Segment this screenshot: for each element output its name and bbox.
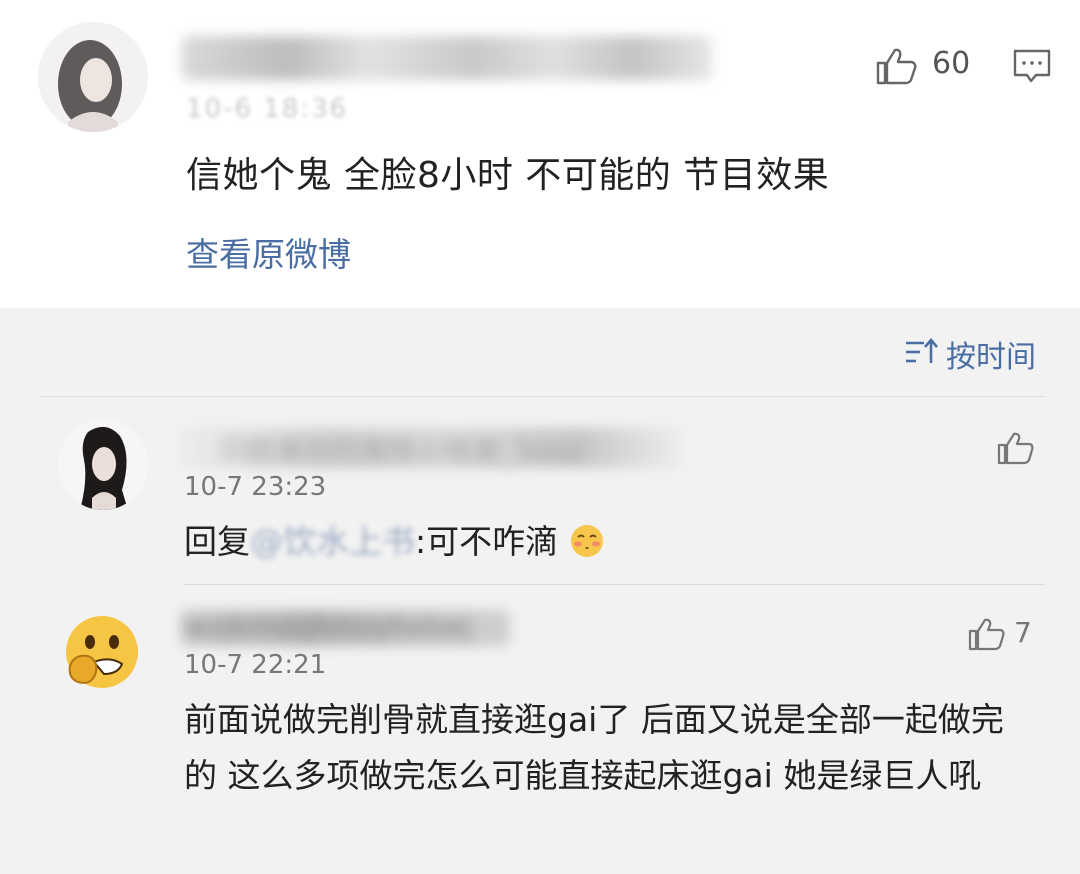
reply-2-like-count: 7 [1014,616,1032,649]
reply-2-user-name[interactable]: wzjkmskjhmzyhxlsej [180,610,510,646]
reply-2-time: 10-7 22:21 [184,650,327,680]
sort-by-time-button[interactable]: 按时间 [946,332,1036,376]
reply-1-time: 10-7 23:23 [184,472,327,502]
reply-1-user-name[interactable]: 只欧美控的撸铁小怪兽_Takei [180,428,680,468]
comment-bubble-icon[interactable] [1012,48,1052,84]
emoji-blush-kiss-icon [570,525,603,557]
thumbs-up-icon[interactable] [995,430,1035,466]
reply-2-avatar[interactable] [60,610,144,694]
woman-portrait-icon [38,22,148,132]
main-user-avatar[interactable] [38,22,148,132]
emoji-grin-covering-mouth-icon [66,616,138,688]
reply-2-text: 前面说做完削骨就直接逛gai了 后面又说是全部一起做完的 这么多项做完怎么可能直… [184,700,1004,795]
divider [40,396,1045,397]
divider [184,584,1045,585]
main-user-name[interactable] [182,36,712,80]
reply-prefix: 回复 [184,522,250,561]
reply-1-body: :可不咋滴 [415,522,559,561]
reply-2-user-name-text: wzjkmskjhmzyhxlsej [186,610,472,643]
reply-1-avatar[interactable] [58,420,148,510]
thumbs-up-icon[interactable] [874,46,918,86]
reply-1-user-name-text: 只欧美控的撸铁小怪兽_Takei [220,435,584,468]
main-comment-card: 10-6 18:36 60 信她个鬼 全脸8小时 不可能的 节目效果 查看原微博 [0,0,1080,308]
sort-time-icon[interactable] [904,337,938,367]
thumbs-up-icon[interactable] [966,616,1006,652]
woman-portrait-icon [58,420,148,510]
main-like-count: 60 [932,46,971,81]
comment-thread-page: 10-6 18:36 60 信她个鬼 全脸8小时 不可能的 节目效果 查看原微博… [0,0,1080,874]
view-original-post-link[interactable]: 查看原微博 [186,228,351,276]
mention-link[interactable]: @饮水上书 [250,514,415,570]
main-comment-time: 10-6 18:36 [186,94,349,124]
main-comment-text: 信她个鬼 全脸8小时 不可能的 节目效果 [186,155,830,196]
reply-1-text: 回复@饮水上书:可不咋滴 [184,514,605,570]
